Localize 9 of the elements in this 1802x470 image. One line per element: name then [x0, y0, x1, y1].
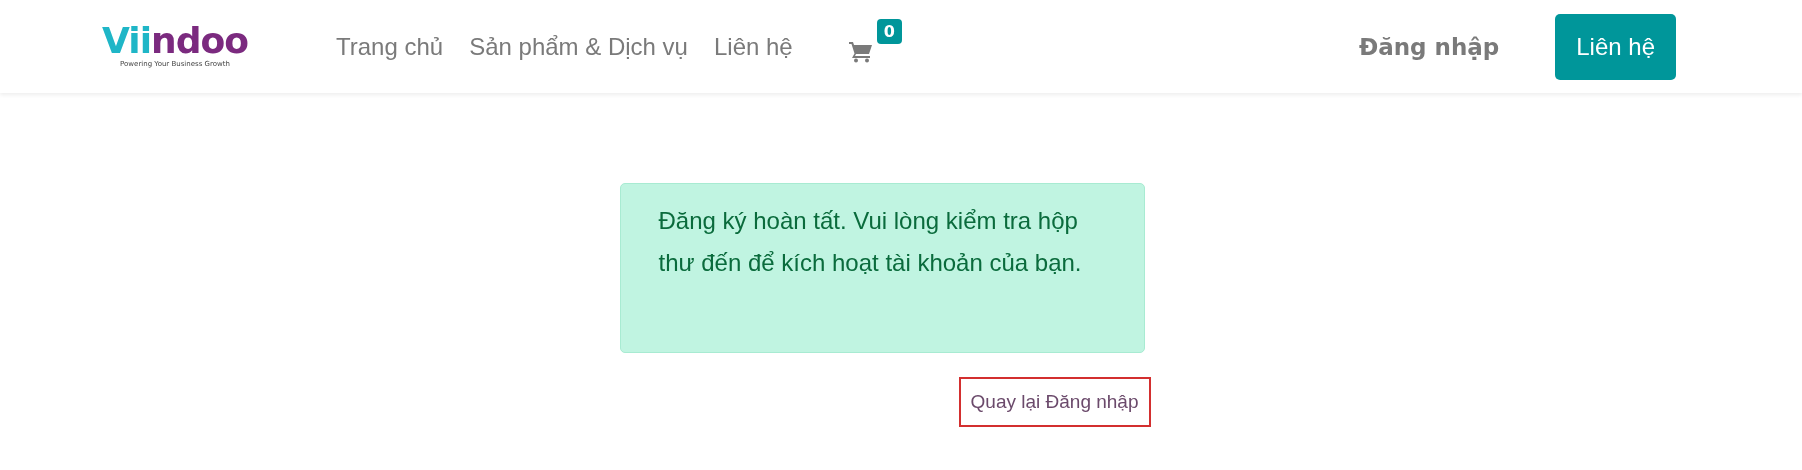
nav-link[interactable]: Trang chủ: [336, 32, 444, 61]
contact-button[interactable]: Liên hệ: [1555, 13, 1676, 80]
success-alert: Đăng ký hoàn tất. Vui lòng kiểm tra hộp thư đến để kích hoạt tài khoản của bạn.: [619, 183, 1145, 353]
nav-link[interactable]: Liên hệ: [713, 32, 793, 61]
login-link[interactable]: Đăng nhập: [1358, 33, 1500, 60]
cart-icon[interactable]: [848, 40, 873, 63]
cart-count-badge: 0: [876, 18, 902, 44]
nav-link[interactable]: Sản phẩm & Dịch vụ: [469, 32, 688, 61]
back-to-login-link[interactable]: Quay lại Đăng nhập: [958, 377, 1151, 427]
